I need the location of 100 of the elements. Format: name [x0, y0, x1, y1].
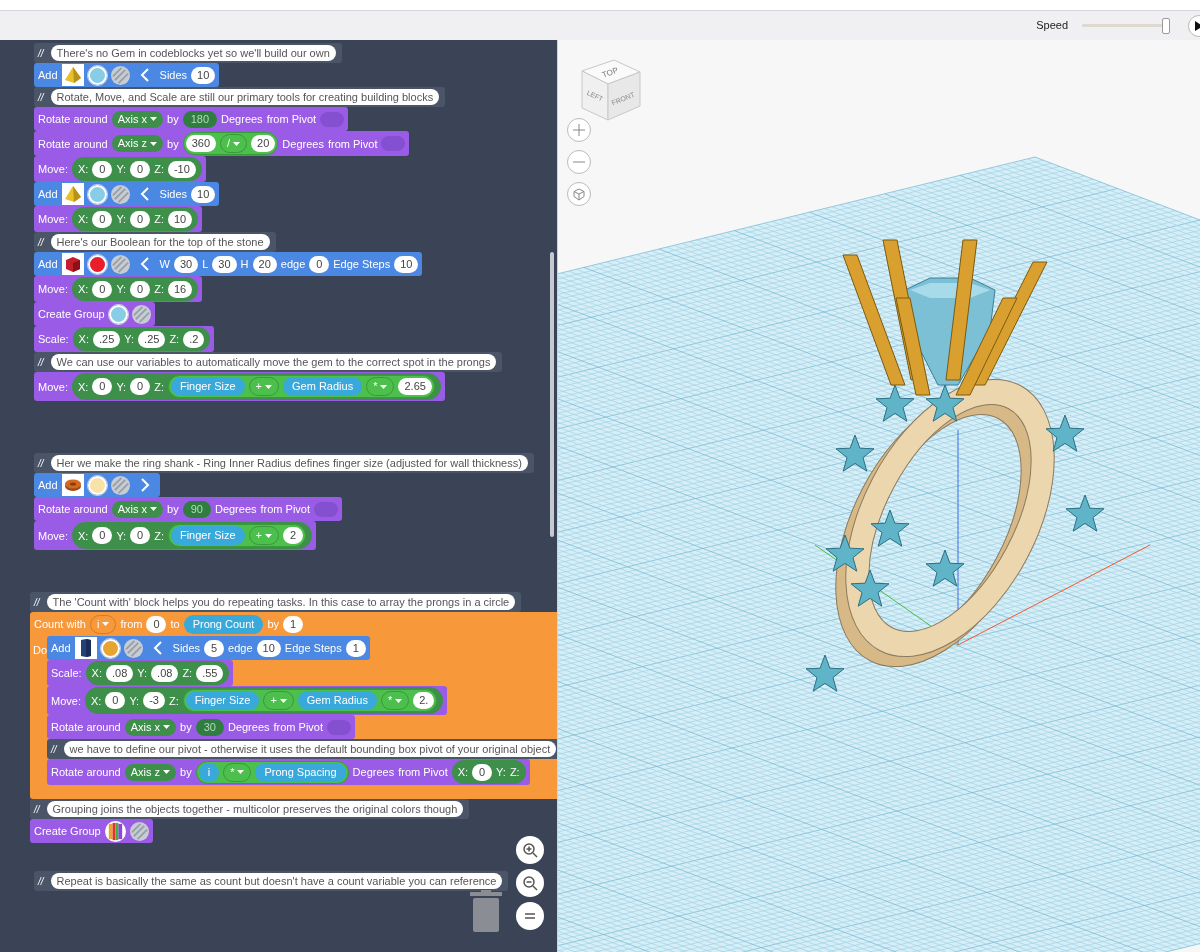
- transparent-swatch[interactable]: [129, 821, 149, 841]
- add-block[interactable]: Add Sides 10: [34, 182, 220, 206]
- number-field[interactable]: 0: [92, 280, 113, 298]
- action-block[interactable]: Move: X: 0 Y: 0 Z: -10: [34, 156, 206, 182]
- scrollbar[interactable]: [550, 252, 554, 537]
- cube-face-label[interactable]: TOP: [600, 65, 620, 80]
- comment-text[interactable]: Rotate, Move, and Scale are still our primary tools for creating building blocks: [50, 89, 440, 105]
- action-block[interactable]: Move: X: 0 Y: -3 Z: Finger Size + Gem Radius * 2.: [47, 686, 448, 715]
- number-field[interactable]: 30: [212, 255, 237, 273]
- number-field[interactable]: .25: [93, 330, 121, 348]
- transparent-swatch[interactable]: [110, 184, 130, 204]
- math-expression[interactable]: Finger Size + Gem Radius * 2.65: [167, 375, 435, 398]
- comment-block[interactable]: // Here's our Boolean for the top of the stone: [34, 232, 276, 252]
- number-field[interactable]: 0: [92, 527, 113, 544]
- comment-text[interactable]: The 'Count with' block helps you do repeating tasks. In this case to array the prongs in a circle: [46, 594, 516, 610]
- trash-icon[interactable]: [470, 890, 502, 932]
- action-block[interactable]: Rotate around Axis x by 30 Degrees from Pivot: [47, 715, 356, 739]
- number-field[interactable]: 0: [92, 378, 113, 395]
- number-field[interactable]: 10: [256, 639, 281, 657]
- number-field[interactable]: 2.65: [398, 378, 432, 395]
- chevron-left-icon[interactable]: [152, 640, 163, 656]
- add-block[interactable]: Add Sides 10: [34, 63, 220, 87]
- action-block[interactable]: Move: X: 0 Y: 0 Z: Finger Size + Gem Radius * 2.65: [34, 372, 445, 401]
- comment-text[interactable]: Repeat is basically the same as count but doesn't have a count variable you can reference: [50, 873, 503, 889]
- number-field[interactable]: 0: [472, 763, 493, 781]
- number-field[interactable]: 360: [185, 135, 217, 152]
- number-field[interactable]: 0: [130, 160, 151, 178]
- comment-text[interactable]: Here's our Boolean for the top of the stone: [50, 234, 270, 250]
- number-field[interactable]: 5: [204, 639, 225, 657]
- number-field[interactable]: 10: [167, 210, 193, 228]
- home-view-button[interactable]: [567, 182, 591, 206]
- number-field[interactable]: 0: [130, 378, 151, 395]
- comment-text[interactable]: There's no Gem in codeblocks yet so we'll build our own: [50, 45, 336, 61]
- reset-zoom-button[interactable]: [516, 902, 544, 930]
- action-block[interactable]: Rotate around Axis z by 360 / 20 Degrees from Pivot: [34, 131, 410, 156]
- math-expression[interactable]: 360 / 20: [182, 132, 279, 155]
- chevron-left-icon[interactable]: [139, 186, 150, 202]
- action-block[interactable]: Move: X: 0 Y: 0 Z: Finger Size + 2: [34, 521, 317, 550]
- number-field[interactable]: 30: [173, 255, 199, 273]
- comment-block[interactable]: // Rotate, Move, and Scale are still our primary tools for creating building blocks: [34, 87, 446, 107]
- loop-block[interactable]: [30, 612, 557, 799]
- transparent-swatch[interactable]: [110, 475, 130, 495]
- add-block[interactable]: Add Sides 5 edge 10 Edge Steps 1: [47, 636, 370, 660]
- number-field[interactable]: 0: [105, 692, 126, 709]
- math-expression[interactable]: Finger Size + 2: [167, 524, 307, 547]
- number-field[interactable]: 0: [92, 210, 113, 228]
- number-field[interactable]: 10: [191, 66, 216, 84]
- comment-block[interactable]: // There's no Gem in codeblocks yet so we'll build our own: [34, 43, 342, 63]
- color-swatch[interactable]: [108, 304, 128, 324]
- number-field[interactable]: 20: [252, 255, 277, 273]
- number-field[interactable]: 0: [92, 160, 113, 178]
- action-block[interactable]: Rotate around Axis z by i * Prong Spacing Degrees from Pivot X: 0 Y: Z:: [47, 759, 530, 785]
- transparent-swatch[interactable]: [123, 638, 143, 658]
- math-expression[interactable]: Finger Size + Gem Radius * 2.: [182, 689, 438, 712]
- comment-block[interactable]: // we have to define our pivot - otherwise it uses the default bounding box pivot of your original object: [47, 739, 557, 759]
- number-field[interactable]: .08: [106, 664, 134, 682]
- action-block[interactable]: Move: X: 0 Y: 0 Z: 16: [34, 276, 203, 302]
- number-field[interactable]: 30: [195, 718, 224, 736]
- comment-text[interactable]: we have to define our pivot - otherwise it uses the default bounding box pivot of your original object: [63, 741, 557, 757]
- color-swatch[interactable]: [100, 638, 120, 658]
- dropdown[interactable]: Axis x: [111, 500, 164, 518]
- number-field[interactable]: 1: [345, 639, 366, 657]
- number-field[interactable]: 90: [182, 500, 211, 518]
- number-field[interactable]: 180: [182, 110, 218, 128]
- number-field[interactable]: 10: [394, 255, 419, 273]
- comment-block[interactable]: // We can use our variables to automatically move the gem to the correct spot in the prongs: [34, 352, 503, 372]
- number-field[interactable]: 1: [283, 615, 303, 633]
- dropdown[interactable]: Axis x: [111, 110, 164, 128]
- action-block[interactable]: Create Group: [34, 302, 155, 326]
- color-swatch[interactable]: [87, 65, 107, 85]
- add-block[interactable]: Add: [34, 473, 160, 497]
- comment-text[interactable]: Her we make the ring shank - Ring Inner Radius defines finger size (adjusted for wall thickness): [50, 455, 528, 471]
- action-block[interactable]: Move: X: 0 Y: 0 Z: 10: [34, 206, 203, 232]
- action-block[interactable]: Scale: X: .08 Y: .08 Z: .55: [47, 660, 234, 686]
- number-field[interactable]: .25: [138, 330, 166, 348]
- number-field[interactable]: -10: [167, 160, 196, 178]
- chevron-left-icon[interactable]: [139, 67, 150, 83]
- transparent-swatch[interactable]: [110, 254, 130, 274]
- zoom-out-button[interactable]: [516, 869, 544, 897]
- comment-block[interactable]: // Grouping joins the objects together - multicolor preserves the original colors though: [30, 799, 470, 819]
- dropdown[interactable]: Axis z: [124, 763, 177, 781]
- number-field[interactable]: 20: [251, 135, 276, 152]
- action-block[interactable]: Rotate around Axis x by 180 Degrees from Pivot: [34, 107, 349, 131]
- color-swatch[interactable]: [87, 184, 107, 204]
- number-field[interactable]: .55: [196, 664, 224, 682]
- comment-block[interactable]: // Repeat is basically the same as count but doesn't have a count variable you can reference: [34, 871, 509, 891]
- comment-text[interactable]: We can use our variables to automatically move the gem to the correct spot in the prongs: [50, 354, 497, 370]
- chevron-left-icon[interactable]: [139, 256, 150, 272]
- number-field[interactable]: 0: [309, 255, 330, 273]
- slider-thumb[interactable]: [1162, 17, 1171, 34]
- action-block[interactable]: Create Group: [30, 819, 153, 843]
- dropdown[interactable]: Axis z: [111, 135, 164, 152]
- number-field[interactable]: 0: [130, 210, 151, 228]
- number-field[interactable]: -3: [143, 692, 165, 709]
- zoom-in-button[interactable]: [516, 836, 544, 864]
- number-field[interactable]: 0: [130, 527, 151, 544]
- action-block[interactable]: Scale: X: .25 Y: .25 Z: .2: [34, 326, 215, 352]
- chevron-right-icon[interactable]: [139, 477, 150, 493]
- add-block[interactable]: Add W 30 L 30 H 20 edge 0 Edge Steps 10: [34, 252, 423, 276]
- transparent-swatch[interactable]: [131, 304, 151, 324]
